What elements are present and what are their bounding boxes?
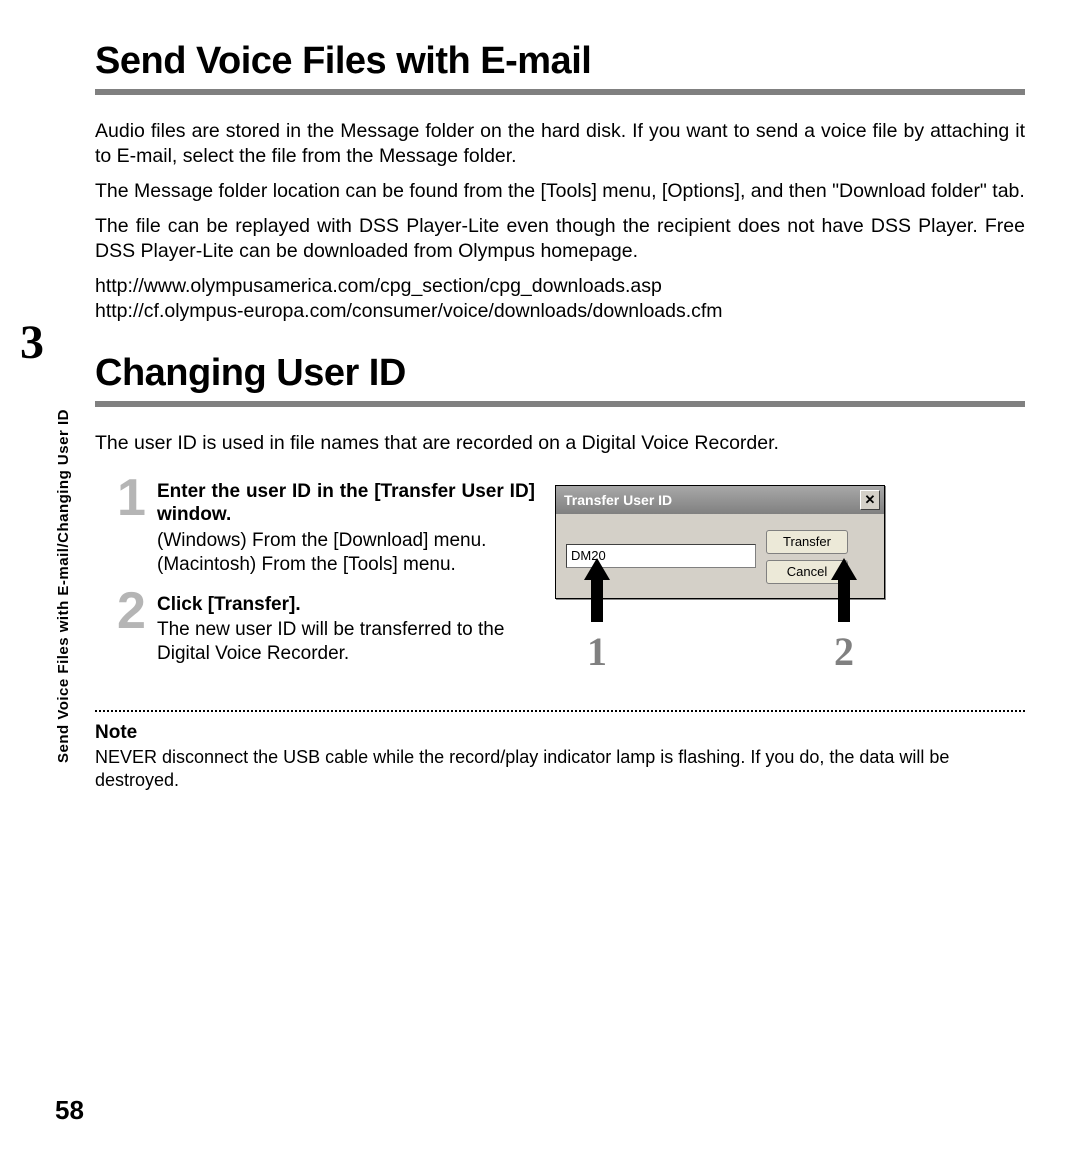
step-number: 2 <box>117 585 146 637</box>
rule <box>95 401 1025 407</box>
paragraph: The Message folder location can be found… <box>95 179 1025 204</box>
dotted-rule <box>95 710 1025 712</box>
chapter-number: 3 <box>20 315 44 370</box>
step-body: (Macintosh) From the [Tools] menu. <box>157 553 535 577</box>
step-body: (Windows) From the [Download] menu. <box>157 529 535 553</box>
section-title-2: Changing User ID <box>95 352 1025 395</box>
step-heading: Click [Transfer]. <box>157 593 535 617</box>
intro-text: The user ID is used in file names that a… <box>95 431 1025 456</box>
callout-arrow-2: 2 <box>830 558 858 675</box>
page-number: 58 <box>55 1095 84 1126</box>
close-button[interactable]: ✕ <box>860 490 880 510</box>
callout-label: 2 <box>834 628 854 675</box>
paragraph: Audio files are stored in the Message fo… <box>95 119 1025 169</box>
step-2: 2 Click [Transfer]. The new user ID will… <box>123 593 535 666</box>
dialog-titlebar: Transfer User ID ✕ <box>556 486 884 514</box>
step-number: 1 <box>117 472 146 524</box>
url-text: http://www.olympusamerica.com/cpg_sectio… <box>95 274 1025 299</box>
callout-arrow-1: 1 <box>583 558 611 675</box>
callout-label: 1 <box>587 628 607 675</box>
transfer-button[interactable]: Transfer <box>766 530 848 554</box>
close-icon: ✕ <box>865 492 876 508</box>
step-body: The new user ID will be transferred to t… <box>157 618 535 666</box>
paragraph: The file can be replayed with DSS Player… <box>95 214 1025 264</box>
dialog-title: Transfer User ID <box>564 492 672 508</box>
section-title-1: Send Voice Files with E-mail <box>95 40 1025 83</box>
url-text: http://cf.olympus-europa.com/consumer/vo… <box>95 299 1025 324</box>
step-heading: Enter the user ID in the [Transfer User … <box>157 480 535 528</box>
rule <box>95 89 1025 95</box>
step-1: 1 Enter the user ID in the [Transfer Use… <box>123 480 535 577</box>
note-body: NEVER disconnect the USB cable while the… <box>95 746 1025 792</box>
note-heading: Note <box>95 722 1025 744</box>
side-running-head: Send Voice Files with E-mail/Changing Us… <box>55 393 72 763</box>
